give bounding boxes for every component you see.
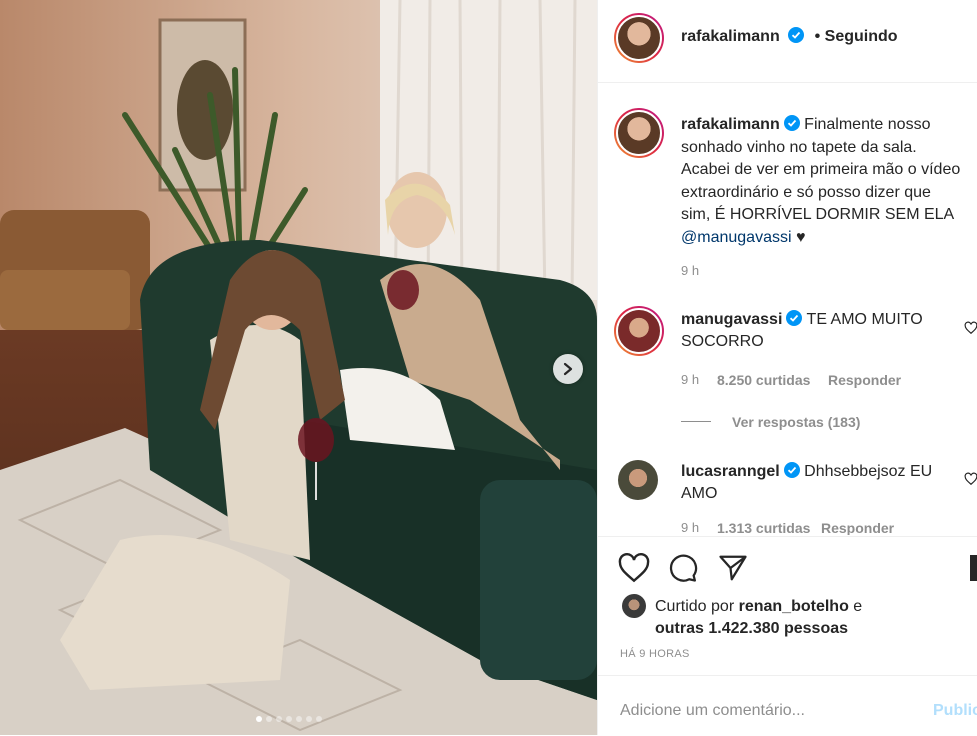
comment-likes[interactable]: 8.250 curtidas	[717, 372, 810, 388]
carousel-dot	[296, 716, 302, 722]
comment-like-heart-icon[interactable]	[964, 321, 977, 335]
heart-icon[interactable]	[618, 553, 650, 583]
caption-username[interactable]: rafakalimann	[681, 116, 780, 133]
author-avatar[interactable]	[614, 13, 664, 63]
liker-avatar[interactable]	[622, 594, 646, 618]
caption-timestamp: 9 h	[681, 263, 700, 278]
post-age[interactable]: HÁ 9 HORAS	[620, 648, 690, 660]
paper-plane-icon[interactable]	[718, 553, 748, 583]
likes-others-link[interactable]: outras 1.422.380 pessoas	[655, 618, 945, 640]
post-header: rafakalimann • Seguindo	[598, 0, 977, 83]
carousel-dot	[316, 716, 322, 722]
carousel-dot	[306, 716, 312, 722]
post-caption: rafakalimann Finalmente nosso sonhado vi…	[681, 114, 961, 249]
caption-mention-link[interactable]: @manugavassi	[681, 229, 792, 246]
comment-2-meta-row: 9 h 1.313 curtidas Responder	[681, 520, 961, 535]
comment-2: lucasranngel Dhhsebbejsoz EU AMO	[681, 461, 941, 505]
post-side-panel: rafakalimann • Seguindo rafakalimann Fin…	[597, 0, 977, 735]
verified-badge-icon	[783, 115, 800, 131]
comment-form: Adicione um comentário... Publicar	[598, 675, 977, 736]
likes-summary: Curtido por renan_botelho e outras 1.422…	[655, 596, 945, 640]
comment-input[interactable]: Adicione um comentário...	[620, 702, 805, 720]
header-user-row: rafakalimann • Seguindo	[681, 27, 898, 46]
likes-user-link[interactable]: renan_botelho	[739, 598, 849, 615]
replies-divider	[681, 421, 711, 422]
comment-avatar-manugavassi[interactable]	[614, 306, 664, 356]
comment-1: manugavassi TE AMO MUITO SOCORRO	[681, 309, 941, 353]
carousel-next-button[interactable]	[553, 354, 583, 384]
follow-status-button[interactable]: • Seguindo	[815, 28, 898, 45]
verified-badge-icon	[786, 310, 803, 326]
caption-author-avatar[interactable]	[614, 108, 664, 158]
carousel-dot	[276, 716, 282, 722]
verified-badge-icon	[788, 27, 805, 43]
comment-icon[interactable]	[668, 553, 698, 583]
comment-timestamp: 9 h	[681, 520, 700, 535]
verified-badge-icon	[783, 462, 800, 478]
likes-conj: e	[853, 598, 863, 615]
likes-prefix: Curtido por	[655, 598, 735, 615]
comment-username[interactable]: lucasranngel	[681, 463, 780, 480]
comment-timestamp: 9 h	[681, 372, 700, 387]
caption-heart: ♥	[795, 228, 806, 246]
carousel-dot	[256, 716, 262, 722]
carousel-dot	[266, 716, 272, 722]
bookmark-icon[interactable]	[970, 553, 977, 583]
chevron-right-icon	[563, 362, 573, 376]
reply-button[interactable]: Responder	[828, 372, 901, 388]
author-username[interactable]: rafakalimann	[681, 28, 780, 45]
comment-like-heart-icon[interactable]	[964, 472, 977, 486]
view-replies-button[interactable]: Ver respostas (183)	[732, 414, 860, 430]
photo-illustration	[0, 0, 597, 735]
post-actions: Curtido por renan_botelho e outras 1.422…	[598, 536, 977, 672]
post-photo[interactable]	[0, 0, 597, 735]
reply-button[interactable]: Responder	[821, 520, 894, 535]
carousel-dot	[286, 716, 292, 722]
comment-likes[interactable]: 1.313 curtidas	[717, 520, 810, 535]
publish-button[interactable]: Publicar	[933, 702, 977, 720]
comment-avatar-lucasranngel[interactable]	[618, 460, 658, 500]
carousel-dots	[256, 716, 322, 722]
comment-username[interactable]: manugavassi	[681, 311, 782, 328]
